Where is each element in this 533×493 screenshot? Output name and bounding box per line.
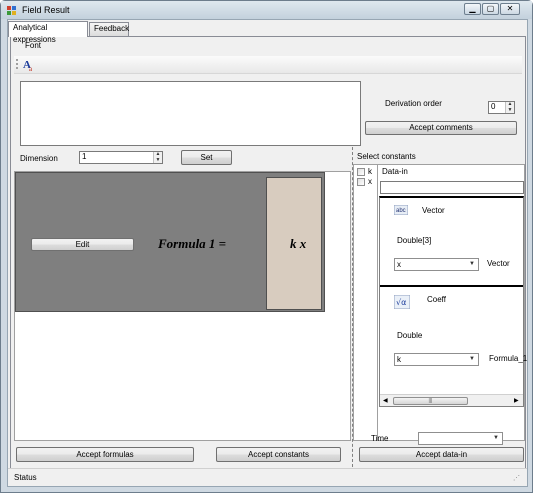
data-in-input[interactable] xyxy=(380,181,524,194)
constants-list: k x xyxy=(354,165,378,441)
vector-type: Double[3] xyxy=(397,236,432,245)
svg-text:a: a xyxy=(29,65,33,72)
vector-select[interactable]: x ▼ xyxy=(394,258,479,271)
window-client: Analytical expressions Feedback Font A a… xyxy=(7,19,528,487)
scroll-right-icon[interactable]: ▶ xyxy=(514,397,519,404)
vector-title: Vector xyxy=(422,206,445,215)
constant-k-checkbox[interactable] xyxy=(357,168,365,176)
edit-button[interactable]: Edit xyxy=(31,238,134,251)
toolbar: A a xyxy=(14,56,522,74)
title-bar: Field Result ▁ ▢ ✕ xyxy=(1,1,532,19)
maximize-icon: ▢ xyxy=(486,4,495,13)
dimension-label: Dimension xyxy=(20,154,58,163)
accept-data-in-label: Accept data-in xyxy=(415,450,468,459)
constants-panel: k x Data-in abc Vector Double[3] x ▼ Vec… xyxy=(353,164,527,441)
derivation-order-label: Derivation order xyxy=(385,99,442,108)
accept-constants-button[interactable]: Accept constants xyxy=(216,447,341,462)
formula-expression-box[interactable]: k x xyxy=(266,177,322,310)
tab-label: Analytical expressions xyxy=(13,23,56,44)
tab-analytical-expressions[interactable]: Analytical expressions xyxy=(8,21,88,44)
app-icon xyxy=(7,6,16,15)
constant-x-checkbox[interactable] xyxy=(357,178,365,186)
dimension-value: 1 xyxy=(82,152,87,161)
chevron-down-icon[interactable]: ▼ xyxy=(466,259,478,270)
set-button[interactable]: Set xyxy=(181,150,232,165)
accept-formulas-label: Accept formulas xyxy=(76,450,134,459)
vector-icon: abc xyxy=(394,205,408,215)
stepper-arrows[interactable]: ▲ ▼ xyxy=(153,152,162,163)
formula-expression: k x xyxy=(290,236,307,251)
data-in-scroll: abc Vector Double[3] x ▼ Vector √α Coeff… xyxy=(379,196,527,407)
dimension-stepper[interactable]: 1 ▲ ▼ xyxy=(79,151,163,164)
close-button[interactable]: ✕ xyxy=(500,3,520,15)
vector-card: abc Vector Double[3] x ▼ Vector xyxy=(380,198,523,284)
status-bar: Status ⋰ xyxy=(8,468,527,486)
accept-formulas-button[interactable]: Accept formulas xyxy=(16,447,194,462)
time-label: Time xyxy=(371,434,389,443)
coeff-select[interactable]: k ▼ xyxy=(394,353,479,366)
data-in-header: Data-in xyxy=(382,167,408,176)
stepper-down-icon[interactable]: ▼ xyxy=(154,157,162,164)
scroll-left-icon[interactable]: ◀ xyxy=(383,397,388,404)
chevron-down-icon[interactable]: ▼ xyxy=(490,433,502,444)
coeff-type: Double xyxy=(397,331,423,340)
set-label: Set xyxy=(200,153,213,162)
coeff-select-value: k xyxy=(397,355,401,364)
resize-grip-icon[interactable]: ⋰ xyxy=(513,474,520,482)
derivation-order-stepper[interactable]: 0 ▲ ▼ xyxy=(488,101,515,114)
coeff-card: √α Coeff Double k ▼ Formula_1 xyxy=(380,287,527,387)
formula-name: Formula 1 = xyxy=(158,236,227,251)
field-result-window: Field Result ▁ ▢ ✕ Analytical expression… xyxy=(0,0,533,493)
formula-row: Edit Formula 1 = k x xyxy=(15,172,325,312)
tab-feedback[interactable]: Feedback xyxy=(89,22,129,36)
formula-list: Edit Formula 1 = k x xyxy=(14,171,351,441)
minimize-icon: ▁ xyxy=(469,4,476,13)
svg-text:abc: abc xyxy=(396,208,406,214)
svg-text:√α: √α xyxy=(396,298,406,307)
minimize-button[interactable]: ▁ xyxy=(464,3,481,15)
derivation-order-value: 0 xyxy=(491,102,496,111)
constant-x-label: x xyxy=(368,177,372,186)
scrollbar-thumb[interactable]: ||| xyxy=(393,397,468,405)
toolbar-grip[interactable] xyxy=(16,59,18,71)
chevron-down-icon[interactable]: ▼ xyxy=(466,354,478,365)
maximize-button[interactable]: ▢ xyxy=(482,3,499,15)
tab-label: Feedback xyxy=(94,24,130,33)
font-style-icon[interactable]: A a xyxy=(23,58,37,72)
accept-constants-label: Accept constants xyxy=(248,450,309,459)
vector-side-label: Vector xyxy=(487,259,510,268)
stepper-arrows[interactable]: ▲ ▼ xyxy=(505,102,514,113)
select-constants-label: Select constants xyxy=(357,152,416,161)
horizontal-scrollbar[interactable]: ◀ ||| ▶ xyxy=(380,394,523,406)
menu-bar: Font xyxy=(14,39,522,53)
vector-select-value: x xyxy=(397,260,401,269)
accept-data-in-button[interactable]: Accept data-in xyxy=(359,447,524,462)
coeff-side-label: Formula_1 xyxy=(489,354,528,363)
accept-comments-label: Accept comments xyxy=(409,123,473,132)
status-text: Status xyxy=(14,473,37,482)
stepper-down-icon[interactable]: ▼ xyxy=(506,107,514,114)
time-select[interactable]: ▼ xyxy=(418,432,503,445)
comments-textarea[interactable] xyxy=(20,81,361,146)
window-title: Field Result xyxy=(22,5,70,15)
close-icon: ✕ xyxy=(506,4,514,13)
constant-k-label: k xyxy=(368,167,372,176)
coeff-title: Coeff xyxy=(427,295,446,304)
analytical-expressions-panel: Font A a Derivation order 0 ▲ ▼ xyxy=(10,36,527,484)
accept-comments-button[interactable]: Accept comments xyxy=(365,121,517,135)
sqrt-alpha-icon: √α xyxy=(394,295,410,309)
edit-label: Edit xyxy=(75,240,90,249)
